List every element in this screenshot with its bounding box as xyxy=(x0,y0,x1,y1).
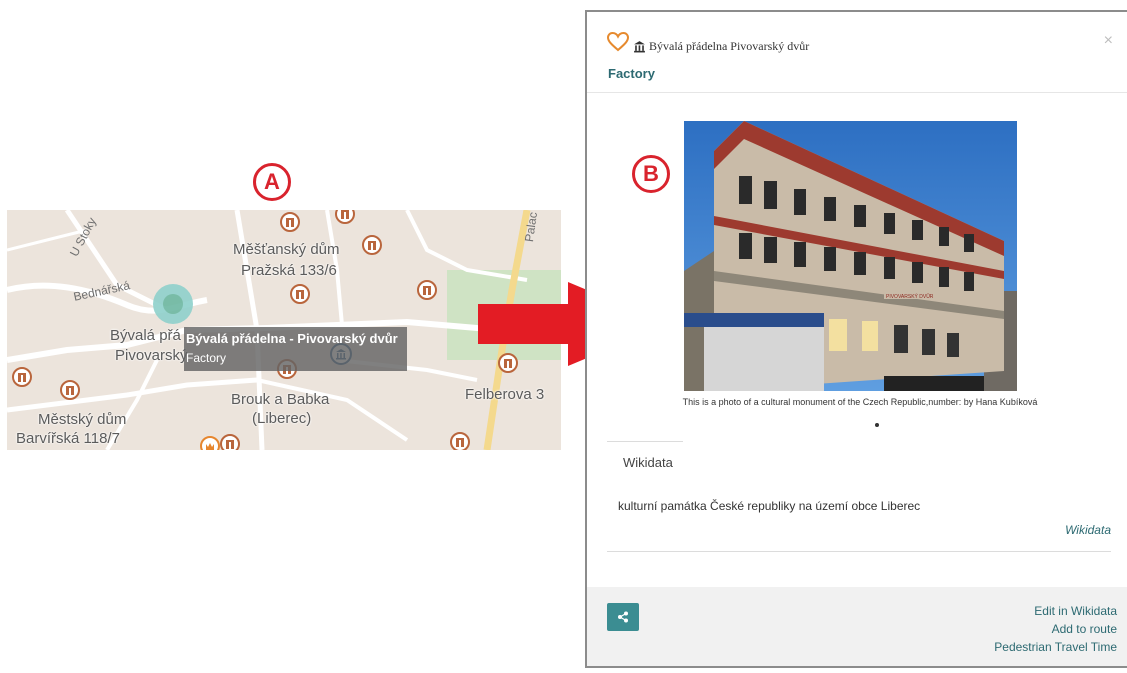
pedestrian-travel-time-link[interactable]: Pedestrian Travel Time xyxy=(994,640,1117,654)
body-divider xyxy=(607,551,1111,552)
tooltip-title: Bývalá přádelna - Pivovarský dvůr xyxy=(186,331,398,346)
share-button[interactable] xyxy=(607,603,639,631)
building-sign-text: PIVOVARSKÝ DVŮR xyxy=(886,293,934,300)
map-label-mestansky-dum: Měšťanský dům xyxy=(233,241,340,258)
building-photo[interactable]: PIVOVARSKÝ DVŮR xyxy=(684,121,1017,391)
tooltip-type: Factory xyxy=(186,351,227,365)
map-label-prazska: Pražská 133/6 xyxy=(241,262,337,279)
map-label-felberova: Felberova 3 xyxy=(465,386,545,403)
monument-marker-icon[interactable] xyxy=(417,280,437,300)
edit-in-wikidata-link[interactable]: Edit in Wikidata xyxy=(1034,604,1117,618)
description-text: kulturní památka České republiky na územ… xyxy=(618,499,921,513)
monument-marker-icon[interactable] xyxy=(220,434,240,450)
selected-factory-marker-icon[interactable] xyxy=(153,284,193,324)
annotation-b: B xyxy=(632,155,670,193)
tab-wikidata[interactable]: Wikidata xyxy=(623,455,673,470)
tab-divider xyxy=(607,441,683,442)
map-label-mestsky-dum: Městský dům xyxy=(38,411,127,428)
monument-marker-icon[interactable] xyxy=(290,284,310,304)
carousel-dot[interactable] xyxy=(875,423,879,427)
map-label-pivovarsky-partial: Pivovarský xyxy=(115,347,188,364)
popup-header: Bývalá přádelna Pivovarský dvůr Factory … xyxy=(587,12,1127,93)
close-icon[interactable]: × xyxy=(1104,32,1113,50)
popup-subtitle: Factory xyxy=(608,66,655,81)
add-to-route-link[interactable]: Add to route xyxy=(1052,622,1117,636)
wikidata-link[interactable]: Wikidata xyxy=(1065,523,1111,537)
share-icon xyxy=(618,611,628,623)
monument-marker-icon[interactable] xyxy=(60,380,80,400)
photo-caption: This is a photo of a cultural monument o… xyxy=(682,397,1038,407)
favorite-heart-icon[interactable] xyxy=(607,32,629,52)
map-label-liberec: (Liberec) xyxy=(252,410,312,427)
museum-icon xyxy=(634,41,645,53)
crown-marker-icon[interactable] xyxy=(200,436,220,450)
map-label-brouk: Brouk a Babka xyxy=(231,391,330,408)
map-label-byvala-partial: Bývalá přá xyxy=(110,327,181,344)
popup-title: Bývalá přádelna Pivovarský dvůr xyxy=(649,39,810,53)
monument-marker-icon[interactable] xyxy=(362,235,382,255)
monument-marker-icon[interactable] xyxy=(280,212,300,232)
map-label-barvirska: Barvířská 118/7 xyxy=(16,430,120,447)
monument-marker-icon[interactable] xyxy=(12,367,32,387)
annotation-a: A xyxy=(253,163,291,201)
map-tooltip: Bývalá přádelna - Pivovarský dvůr Factor… xyxy=(184,327,407,371)
poi-detail-popup: Bývalá přádelna Pivovarský dvůr Factory … xyxy=(585,10,1127,668)
monument-marker-icon[interactable] xyxy=(450,432,470,450)
